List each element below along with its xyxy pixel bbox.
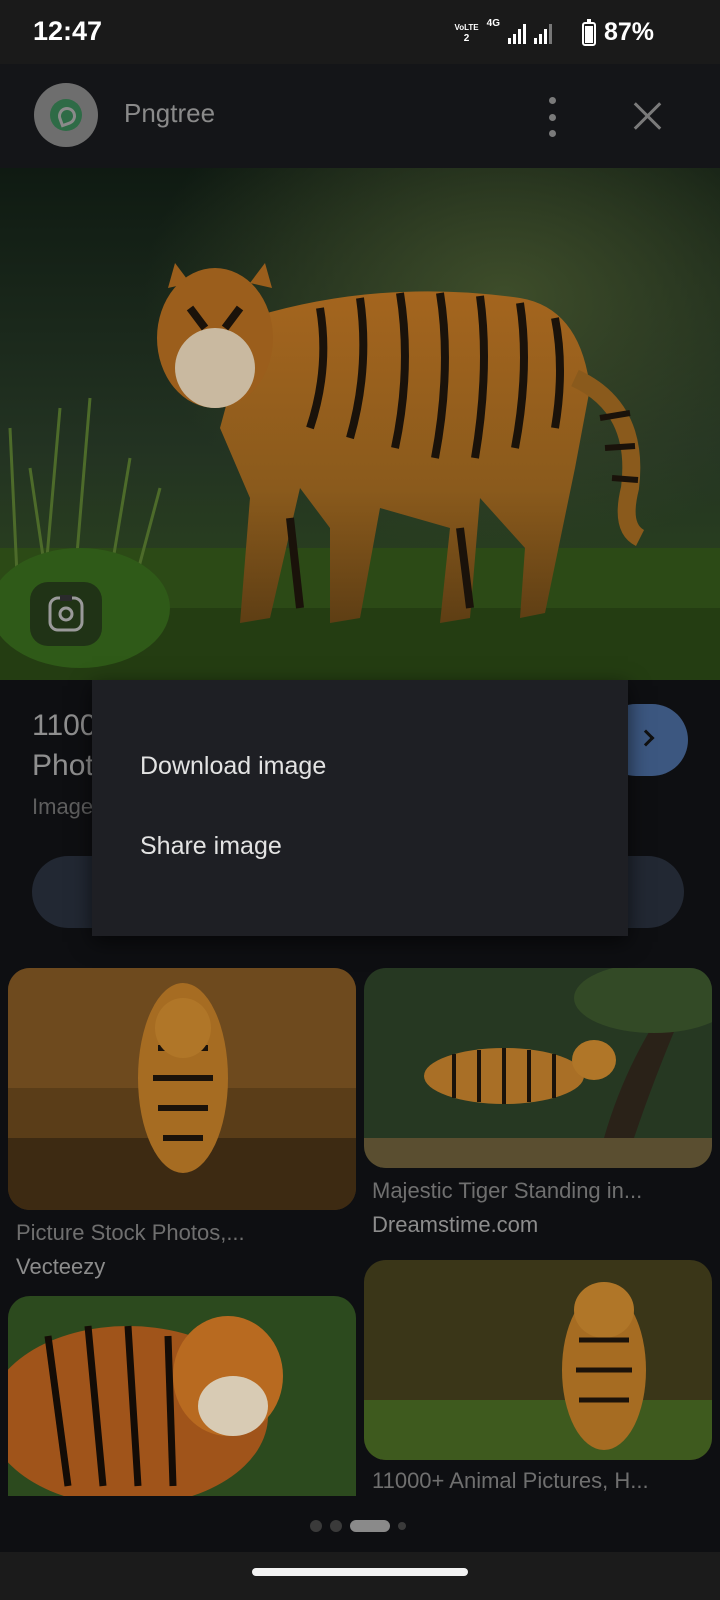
volte-icon: VoLTE 2: [454, 23, 479, 44]
related-image-1[interactable]: [8, 968, 356, 1210]
related-caption-4[interactable]: 11000+ Animal Pictures, H...: [372, 1468, 706, 1494]
home-handle[interactable]: [252, 1568, 468, 1576]
chevron-right-icon: [637, 729, 655, 747]
nav-bar: [0, 1552, 720, 1600]
image-options-menu: Download image Share image: [92, 680, 628, 936]
menu-item-share-image[interactable]: Share image: [140, 832, 282, 861]
network-type: 4G: [486, 18, 500, 29]
main-image[interactable]: [0, 168, 720, 680]
signal-icon: [508, 22, 526, 44]
source-header: [0, 64, 720, 168]
signal-icon-2: [534, 22, 552, 44]
result-title: 1100 Phot: [32, 709, 94, 782]
pager-dots: [310, 1520, 406, 1532]
status-indicators: VoLTE 2 4G: [454, 18, 552, 48]
lens-search-icon[interactable]: [30, 582, 102, 646]
source-avatar[interactable]: [34, 83, 98, 147]
more-vert-icon[interactable]: [538, 97, 566, 137]
menu-item-download-image[interactable]: Download image: [140, 752, 326, 781]
close-icon[interactable]: [632, 100, 664, 132]
related-image-2[interactable]: [364, 968, 712, 1168]
related-caption-2[interactable]: Majestic Tiger Standing in...: [372, 1178, 706, 1204]
result-subline: Image: [32, 794, 94, 819]
battery-percent: 87%: [603, 18, 654, 46]
related-caption-1[interactable]: Picture Stock Photos,...: [16, 1220, 346, 1246]
related-source-2[interactable]: Dreamstime.com: [372, 1212, 538, 1238]
source-name[interactable]: Pngtree: [124, 98, 215, 129]
battery-icon: [582, 19, 596, 46]
related-image-3[interactable]: [8, 1296, 356, 1496]
related-source-1[interactable]: Vecteezy: [16, 1254, 105, 1280]
related-image-4[interactable]: [364, 1260, 712, 1460]
status-time: 12:47: [33, 16, 103, 46]
